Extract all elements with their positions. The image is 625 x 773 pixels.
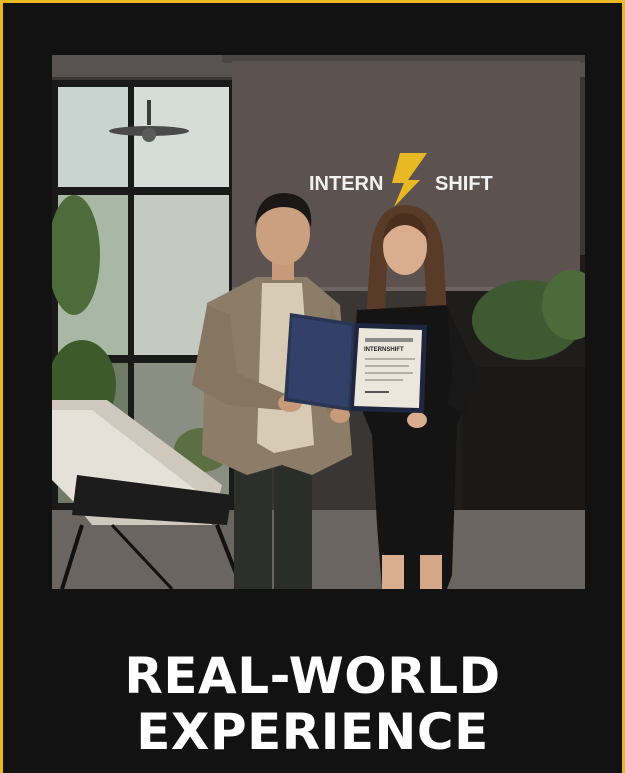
certificate-title: INTERNSHIFT bbox=[364, 347, 404, 353]
certificate-folder: INTERNSHIFT bbox=[284, 313, 427, 413]
section-headline: REAL-WORLD EXPERIENCE bbox=[3, 648, 622, 760]
headline-line-1: REAL-WORLD bbox=[124, 647, 501, 705]
headline-line-2: EXPERIENCE bbox=[136, 703, 489, 761]
screen-brand-right: SHIFT bbox=[435, 173, 493, 195]
event-photo: INTERN SHIFT INTERNSHIFT bbox=[52, 55, 585, 589]
experience-card: INTERN SHIFT INTERNSHIFT REAL-WORLD EXPE… bbox=[0, 0, 625, 773]
screen-brand-left: INTERN bbox=[309, 173, 383, 195]
